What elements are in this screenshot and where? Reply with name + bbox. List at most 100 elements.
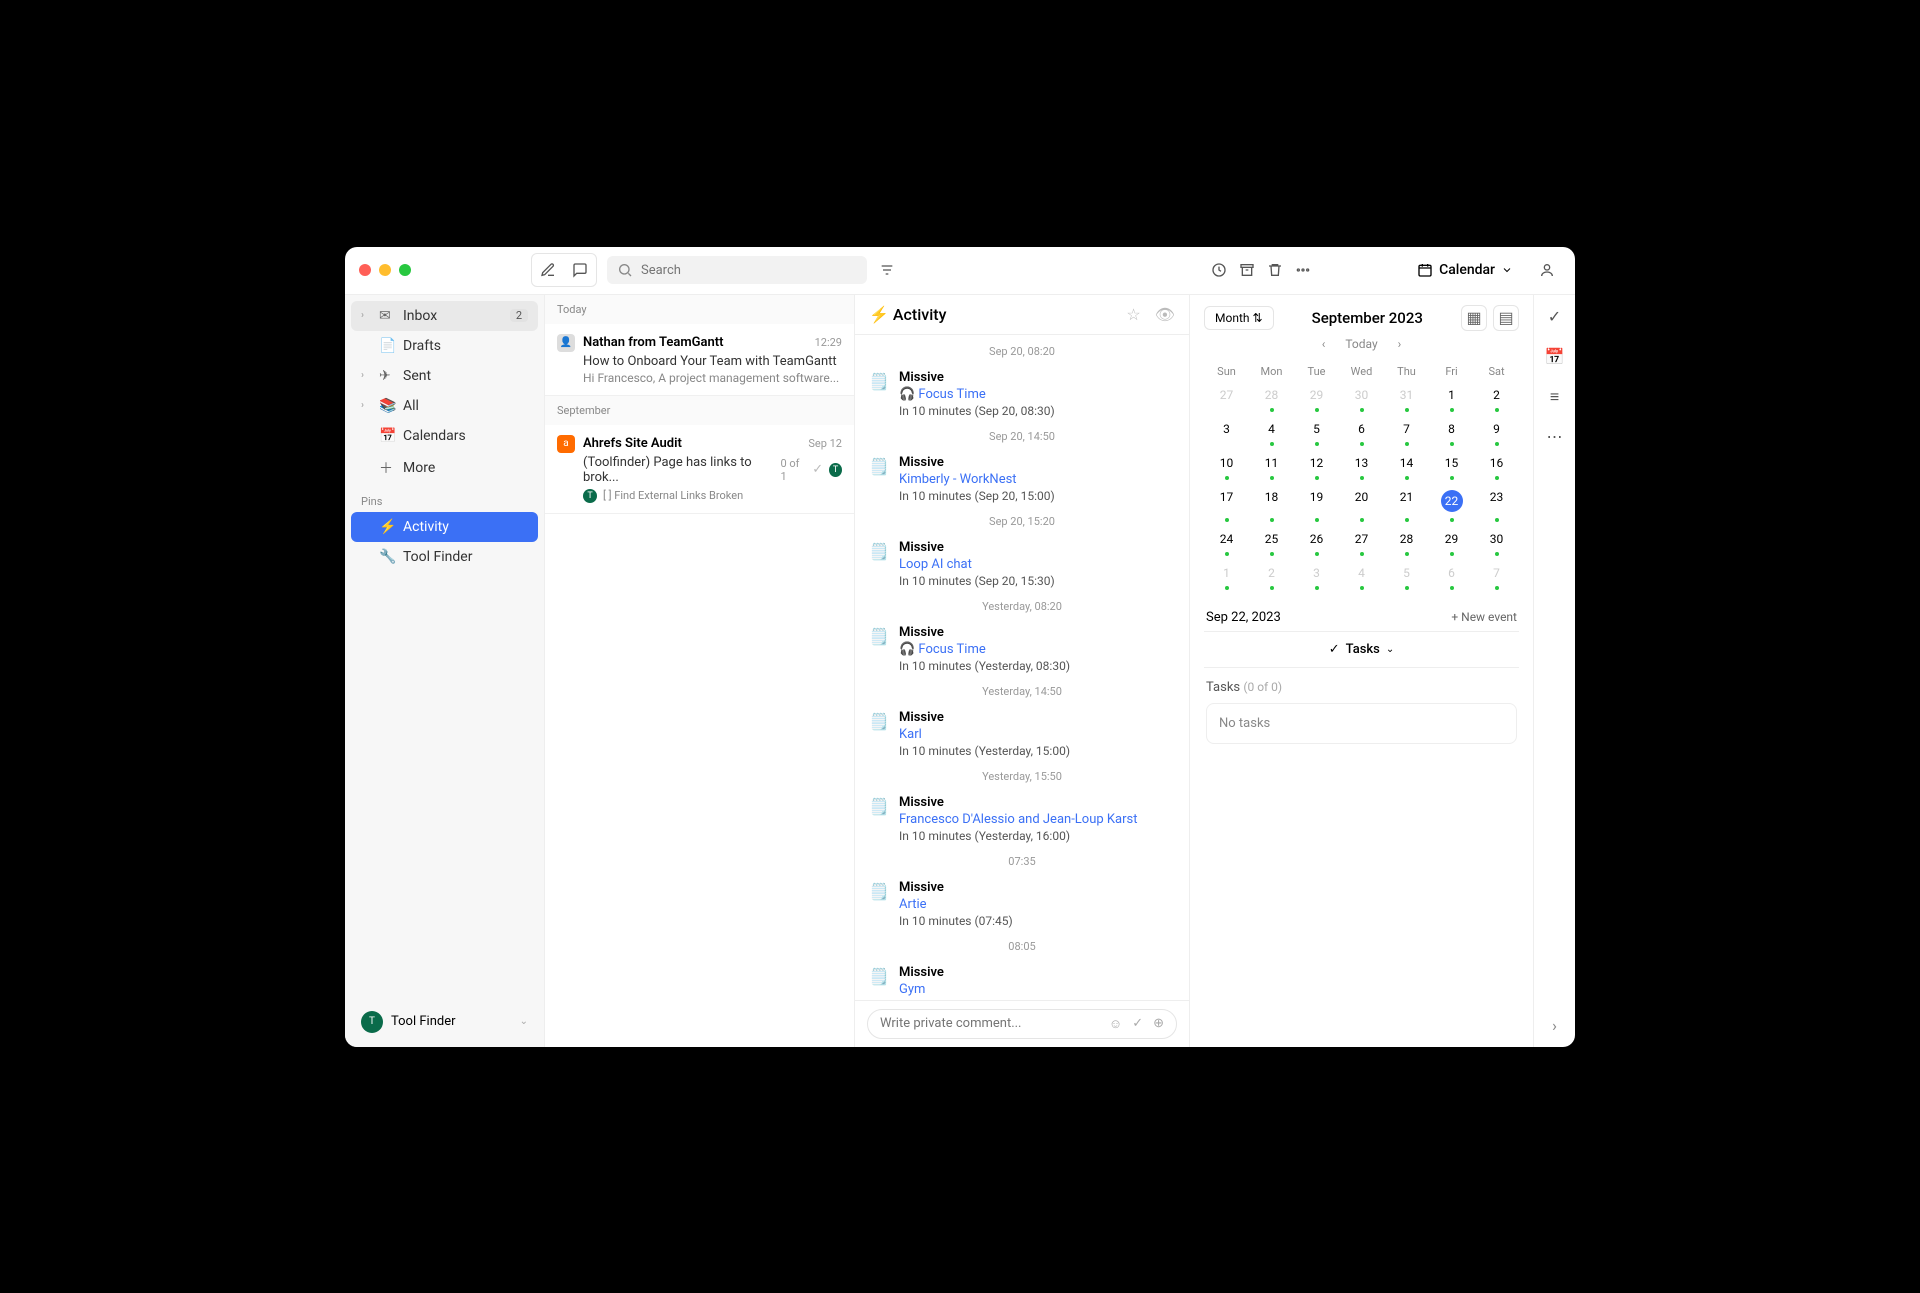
calendar-day[interactable]: 14 [1384,450,1429,484]
calendar-day[interactable]: 3 [1204,416,1249,450]
activity-link[interactable]: Karl [899,727,1175,742]
sidebar-item-calendars[interactable]: 📅 Calendars [351,421,538,451]
activity-item[interactable]: 🗒️MissiveFrancesco D'Alessio and Jean-Lo… [855,789,1189,849]
window-minimize[interactable] [379,264,391,276]
profile-button[interactable] [1533,256,1561,284]
calendar-day[interactable]: 6 [1429,560,1474,594]
calendar-day[interactable]: 12 [1294,450,1339,484]
more-button[interactable] [1289,256,1317,284]
calendar-day[interactable]: 25 [1249,526,1294,560]
message-item[interactable]: a Ahrefs Site Audit Sep 12 (Toolfinder) … [545,425,854,514]
calendar-day[interactable]: 2 [1474,382,1519,416]
rail-calendar-icon[interactable]: 📅 [1543,345,1567,369]
comment-input[interactable]: ☺ ✓ ⊕ [867,1009,1177,1039]
calendar-view-btn[interactable]: ▦ [1461,305,1487,331]
calendar-day[interactable]: 20 [1339,484,1384,526]
calendar-day[interactable]: 2 [1249,560,1294,594]
next-month[interactable]: › [1398,337,1402,351]
sidebar-item-sent[interactable]: ›✈ Sent [351,361,538,391]
activity-link[interactable]: Gym [899,982,1175,997]
filter-button[interactable] [873,256,901,284]
calendar-day[interactable]: 29 [1429,526,1474,560]
calendar-day[interactable]: 10 [1204,450,1249,484]
check-icon[interactable]: ✓ [1132,1016,1143,1032]
calendar-day[interactable]: 17 [1204,484,1249,526]
calendar-day[interactable]: 27 [1339,526,1384,560]
calendar-day[interactable]: 15 [1429,450,1474,484]
calendar-day[interactable]: 30 [1474,526,1519,560]
calendar-day[interactable]: 24 [1204,526,1249,560]
sidebar-item-inbox[interactable]: › ✉ Inbox 2 [351,301,538,331]
calendar-day[interactable]: 18 [1249,484,1294,526]
calendar-day[interactable]: 3 [1294,560,1339,594]
calendar-day[interactable]: 28 [1249,382,1294,416]
activity-item[interactable]: 🗒️Missive🎧 Focus TimeIn 10 minutes (Yest… [855,619,1189,679]
rail-more-icon[interactable]: ⋯ [1543,425,1567,449]
calendar-day[interactable]: 7 [1474,560,1519,594]
calendar-view-btn[interactable]: ▤ [1493,305,1519,331]
calendar-day[interactable]: 31 [1384,382,1429,416]
activity-link[interactable]: 🎧 Focus Time [899,387,1175,402]
message-item[interactable]: 👤 Nathan from TeamGantt 12:29 How to Onb… [545,324,854,396]
star-icon[interactable]: ☆ [1126,305,1140,324]
history-button[interactable] [1205,256,1233,284]
activity-item[interactable]: 🗒️MissiveKimberly - WorkNestIn 10 minute… [855,449,1189,509]
window-zoom[interactable] [399,264,411,276]
sidebar-item-drafts[interactable]: 📄 Drafts [351,331,538,361]
calendar-dropdown[interactable]: Calendar [1417,262,1513,278]
calendar-day[interactable]: 27 [1204,382,1249,416]
pin-activity[interactable]: ⚡ Activity [351,512,538,542]
activity-link[interactable]: 🎧 Focus Time [899,642,1175,657]
activity-link[interactable]: Kimberly - WorkNest [899,472,1175,487]
activity-link[interactable]: Francesco D'Alessio and Jean-Loup Karst [899,812,1175,827]
calendar-day[interactable]: 21 [1384,484,1429,526]
activity-item[interactable]: 🗒️MissiveKarlIn 10 minutes (Yesterday, 1… [855,704,1189,764]
pin-toolfinder[interactable]: 🔧 Tool Finder [351,542,538,572]
calendar-day[interactable]: 7 [1384,416,1429,450]
archive-button[interactable] [1233,256,1261,284]
calendar-day[interactable]: 28 [1384,526,1429,560]
calendar-day[interactable]: 6 [1339,416,1384,450]
calendar-day[interactable]: 1 [1204,560,1249,594]
sidebar-item-all[interactable]: ›📚 All [351,391,538,421]
prev-month[interactable]: ‹ [1322,337,1326,351]
rail-todoist-icon[interactable]: ≡ [1543,385,1567,409]
today-button[interactable]: Today [1345,337,1377,351]
rail-collapse[interactable]: › [1552,1016,1557,1035]
calendar-day[interactable]: 4 [1249,416,1294,450]
activity-item[interactable]: 🗒️MissiveArtieIn 10 minutes (07:45) [855,874,1189,934]
calendar-day[interactable]: 19 [1294,484,1339,526]
chat-button[interactable] [566,256,594,284]
calendar-day[interactable]: 13 [1339,450,1384,484]
calendar-day[interactable]: 4 [1339,560,1384,594]
rail-tasks-icon[interactable]: ✓ [1543,305,1567,329]
sidebar-item-more[interactable]: ＋ More [351,451,538,485]
calendar-day[interactable]: 26 [1294,526,1339,560]
trash-button[interactable] [1261,256,1289,284]
activity-link[interactable]: Loop AI chat [899,557,1175,572]
new-event-button[interactable]: + New event [1451,610,1517,624]
activity-item[interactable]: 🗒️Missive🎧 Focus TimeIn 10 minutes (Sep … [855,364,1189,424]
calendar-day[interactable]: 22 [1429,484,1474,526]
tasks-dropdown[interactable]: ✓Tasks⌄ [1204,631,1519,668]
calendar-day[interactable]: 8 [1429,416,1474,450]
calendar-day[interactable]: 30 [1339,382,1384,416]
window-close[interactable] [359,264,371,276]
plus-icon[interactable]: ⊕ [1153,1016,1164,1032]
emoji-icon[interactable]: ☺ [1109,1016,1122,1032]
calendar-day[interactable]: 5 [1294,416,1339,450]
activity-link[interactable]: Artie [899,897,1175,912]
compose-button[interactable] [534,256,562,284]
calendar-day[interactable]: 29 [1294,382,1339,416]
calendar-day[interactable]: 9 [1474,416,1519,450]
calendar-day[interactable]: 1 [1429,382,1474,416]
eye-icon[interactable]: 👁 [1155,305,1175,324]
view-selector[interactable]: Month ⇅ [1204,306,1274,330]
calendar-day[interactable]: 5 [1384,560,1429,594]
account-switcher[interactable]: T Tool Finder ⌄ [351,1003,538,1041]
calendar-day[interactable]: 16 [1474,450,1519,484]
calendar-day[interactable]: 11 [1249,450,1294,484]
activity-item[interactable]: 🗒️MissiveLoop AI chatIn 10 minutes (Sep … [855,534,1189,594]
calendar-day[interactable]: 23 [1474,484,1519,526]
activity-item[interactable]: 🗒️MissiveGymIn 10 minutes (08:15) [855,959,1189,1000]
